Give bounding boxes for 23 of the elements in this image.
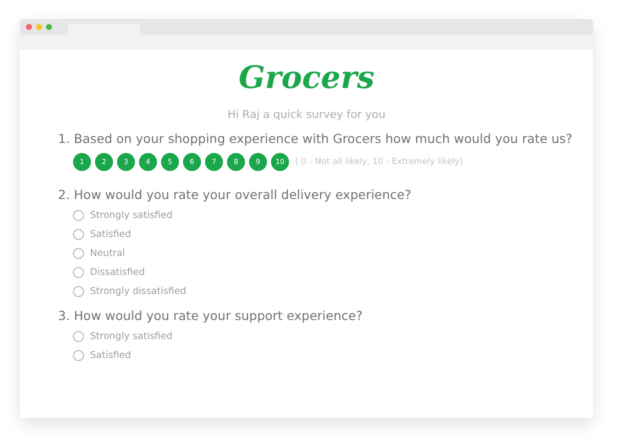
radio-button[interactable] bbox=[73, 210, 84, 220]
radio-button[interactable] bbox=[73, 286, 84, 296]
radio-button[interactable] bbox=[73, 266, 84, 278]
logo: Grocers bbox=[238, 59, 376, 98]
question-text: 2. How would you rate your overall delivery experience? bbox=[58, 187, 412, 202]
option-label[interactable]: Neutral bbox=[90, 248, 126, 258]
greeting-text: Hi Raj a quick survey for you bbox=[226, 108, 387, 121]
option-label[interactable]: Satisfied bbox=[90, 228, 132, 240]
radio-button[interactable] bbox=[73, 350, 84, 360]
maximize-dot-icon[interactable] bbox=[46, 24, 52, 30]
option-label[interactable]: Strongly dissatisfied bbox=[90, 286, 186, 296]
minimize-dot-icon[interactable] bbox=[36, 24, 42, 30]
option-label[interactable]: Dissatisfied bbox=[90, 266, 145, 278]
radio-button[interactable] bbox=[73, 228, 84, 240]
option-label[interactable]: Strongly satisfied bbox=[90, 210, 173, 220]
radio-button[interactable] bbox=[73, 248, 84, 258]
option-label[interactable]: Satisfied bbox=[90, 350, 132, 360]
option-label[interactable]: Strongly satisfied bbox=[90, 330, 173, 342]
scale-hint: ( 0 - Not all likely, 10 - Extremely likely) bbox=[295, 157, 463, 167]
question-text: 3. How would you rate your support experience? bbox=[58, 308, 364, 323]
close-dot-icon[interactable] bbox=[26, 24, 32, 30]
question-text: 1. Based on your shopping experience with Grocers how much would you rate us? bbox=[58, 131, 574, 146]
radio-button[interactable] bbox=[73, 330, 84, 342]
